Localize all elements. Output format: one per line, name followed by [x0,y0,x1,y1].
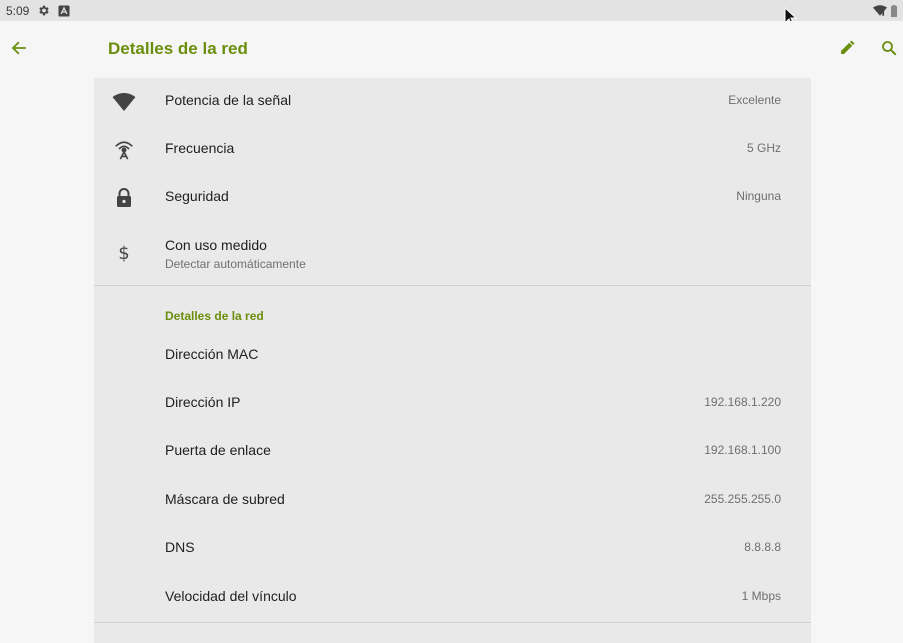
subnet-mask-label: Máscara de subred [165,491,285,507]
signal-strength-label: Potencia de la señal [165,92,292,108]
wifi-signal-icon [112,90,136,114]
arrow-back-icon [10,39,28,57]
frequency-value: 5 GHz [746,141,781,155]
link-speed-row: Velocidad del vínculo 1 Mbps [94,574,811,622]
battery-icon [891,4,897,17]
dns-value: 8.8.8.8 [744,540,781,554]
edit-button[interactable] [834,35,860,61]
link-speed-label: Velocidad del vínculo [165,588,297,604]
subnet-mask-row: Máscara de subred 255.255.255.0 [94,477,811,525]
gateway-row: Puerta de enlace 192.168.1.100 [94,428,811,476]
metered-sublabel: Detectar automáticamente [165,257,306,271]
metered-label: Con uso medido [165,237,267,253]
ip-address-label: Dirección IP [165,394,241,410]
search-button[interactable] [876,35,902,61]
metered-row[interactable]: $ Con uso medido Detectar automáticament… [94,222,811,284]
security-row[interactable]: Seguridad Ninguna [94,174,811,222]
bottom-divider [94,622,811,623]
frequency-row[interactable]: Frecuencia 5 GHz [94,126,811,174]
ip-address-value: 192.168.1.220 [704,395,781,409]
lock-icon [112,186,136,210]
dollar-icon: $ [118,242,130,264]
security-value: Ninguna [736,189,781,203]
pencil-icon [838,39,856,57]
link-speed-value: 1 Mbps [741,589,781,603]
antenna-icon [112,138,136,162]
wifi-status-icon [873,5,887,16]
dns-label: DNS [165,539,195,555]
section-divider [94,285,811,286]
page-title: Detalles de la red [108,39,248,58]
ip-address-row: Dirección IP 192.168.1.220 [94,380,811,428]
status-time: 5:09 [6,3,30,18]
gateway-label: Puerta de enlace [165,442,271,458]
app-toolbar: Detalles de la red [0,21,903,78]
notification-a-icon [58,5,70,17]
search-icon [880,39,898,57]
network-details-panel: Potencia de la señal Excelente Frecuenci… [94,78,811,643]
settings-icon [37,4,50,17]
gateway-value: 192.168.1.100 [704,443,781,457]
mac-address-row: Dirección MAC [94,332,811,380]
dns-row: DNS 8.8.8.8 [94,525,811,573]
frequency-label: Frecuencia [165,140,235,156]
signal-strength-value: Excelente [728,93,781,107]
status-bar: 5:09 [0,0,903,21]
subnet-mask-value: 255.255.255.0 [704,492,781,506]
network-details-header: Detalles de la red [165,309,264,323]
signal-strength-row[interactable]: Potencia de la señal Excelente [94,78,811,126]
back-button[interactable] [6,35,32,61]
mac-address-label: Dirección MAC [165,346,259,362]
security-label: Seguridad [165,188,229,204]
